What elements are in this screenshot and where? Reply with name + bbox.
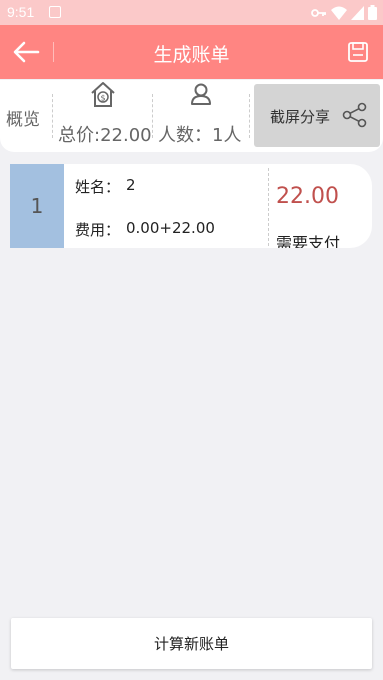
overview-divider (249, 94, 250, 138)
status-bar: 9:51 (0, 0, 383, 25)
calculate-new-bill-button[interactable]: 计算新账单 (11, 618, 372, 669)
name-label: 姓名： (75, 178, 121, 196)
total-price: 总价:22.00 (58, 125, 152, 146)
status-icons (311, 5, 377, 20)
screenshot-share-button[interactable]: 截屏分享 (254, 84, 380, 147)
svg-text:$: $ (100, 94, 105, 103)
notification-icon (49, 6, 61, 18)
page-title: 生成账单 (153, 44, 230, 66)
overview-divider (152, 94, 153, 138)
signal-icon (351, 5, 364, 20)
overview-label: 概览 (6, 110, 40, 130)
save-button[interactable] (347, 41, 369, 63)
name-value: 2 (126, 176, 136, 194)
share-label: 截屏分享 (270, 108, 331, 126)
card-divider (268, 168, 269, 246)
person-icon (191, 83, 211, 105)
battery-icon (368, 5, 377, 20)
app-bar: 生成账单 (0, 25, 383, 79)
bill-item-card[interactable]: 1 姓名： 2 费用： 0.00+22.00 22.00 需要支付 (10, 164, 372, 248)
status-time: 9:51 (7, 4, 35, 20)
fee-value: 0.00+22.00 (126, 219, 215, 237)
vpn-key-icon (311, 8, 326, 17)
overview-divider (52, 94, 53, 138)
share-icon (342, 102, 367, 128)
people-count: 人数：1人 (158, 125, 242, 146)
overview-panel: 概览 $ 总价:22.00 人数：1人 截屏分享 (0, 80, 383, 152)
amount-due: 22.00 (276, 184, 339, 209)
pay-label: 需要支付 (276, 234, 341, 248)
house-dollar-icon: $ (91, 82, 115, 107)
wifi-icon (331, 6, 347, 20)
fee-label: 费用： (75, 221, 121, 239)
save-icon (348, 42, 368, 62)
item-index: 1 (10, 164, 64, 248)
